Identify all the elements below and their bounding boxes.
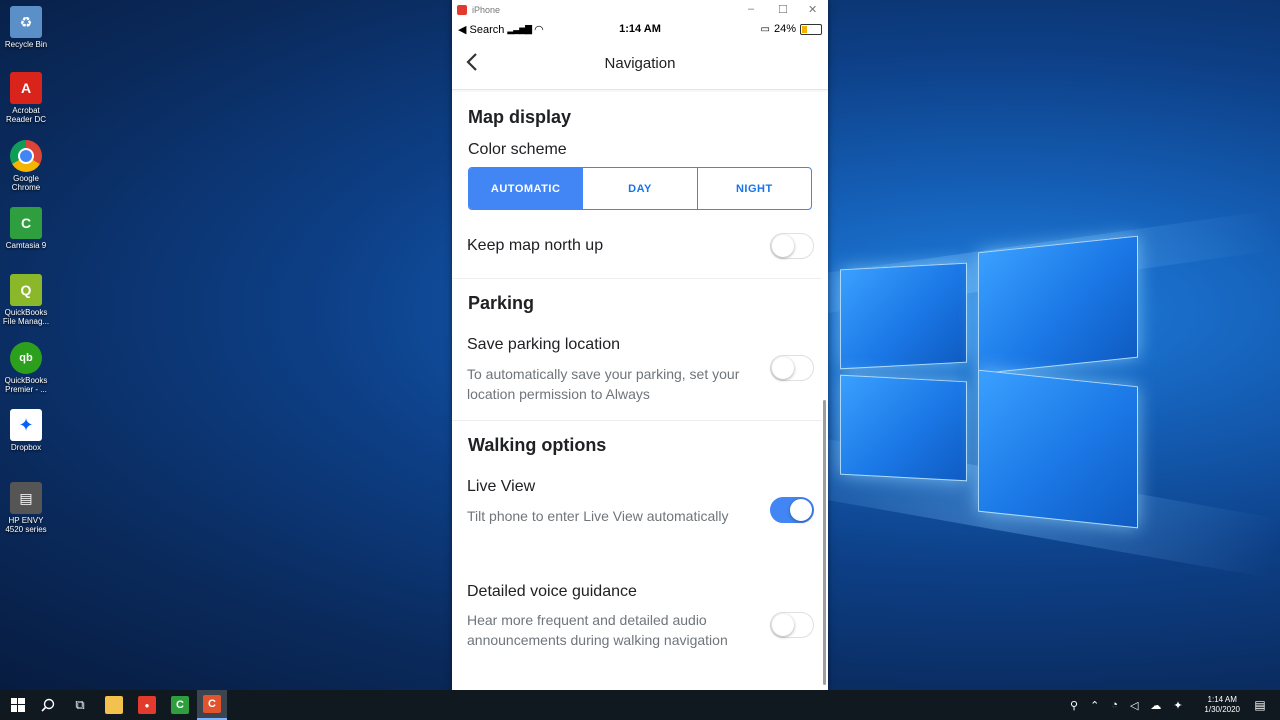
close-icon[interactable]: ✕: [808, 3, 817, 16]
windows-start-icon: [11, 698, 25, 712]
live-view-description: Tilt phone to enter Live View automatica…: [467, 508, 729, 524]
voice-guidance-toggle[interactable]: [770, 612, 814, 638]
section-walking-options: Walking options: [468, 435, 607, 455]
windows-taskbar: ⧉ ● C C ⚲ ⌃ ◔ ◁ ☁ ✦ 1:14 AM 1/30/2020 ▤: [0, 690, 1280, 720]
system-tray: ⚲ ⌃ ◔ ◁ ☁ ✦: [1070, 690, 1183, 720]
window-titlebar[interactable]: iPhone – ☐ ✕: [452, 0, 828, 20]
save-parking-toggle[interactable]: [770, 355, 814, 381]
desktop-icon-dropbox[interactable]: ✦ Dropbox: [2, 409, 50, 452]
battery-percent: 24%: [773, 23, 796, 35]
app-header: Navigation: [452, 40, 828, 90]
settings-list: Map display Color scheme AUTOMATIC DAY N…: [452, 90, 828, 690]
color-scheme-automatic[interactable]: AUTOMATIC: [469, 168, 583, 209]
camtasia-icon: C: [10, 207, 42, 239]
color-scheme-label: Color scheme: [468, 141, 567, 158]
desktop-icon-quickbooks-premier[interactable]: qb QuickBooks Premier - ...: [2, 342, 50, 394]
voice-guidance-description: Hear more frequent and detailed audio an…: [467, 612, 728, 648]
desktop-icon-recycle-bin[interactable]: ♻ Recycle Bin: [2, 6, 50, 49]
ios-status-bar: ◀ Search ▂▃▅▇ ◠ 1:14 AM ▭ 24%: [452, 20, 828, 40]
acrobat-icon: A: [10, 72, 42, 104]
notification-icon[interactable]: ▤: [1248, 690, 1272, 720]
section-map-display: Map display: [468, 107, 572, 127]
search-icon[interactable]: [36, 690, 60, 720]
live-view-toggle[interactable]: [770, 497, 814, 523]
camtasia-recorder-icon: C: [203, 695, 221, 713]
save-parking-description: To automatically save your parking, set …: [467, 366, 740, 402]
app-icon: [457, 5, 467, 15]
recorder-icon: ●: [138, 696, 156, 714]
dropbox-icon: ✦: [10, 409, 42, 441]
taskbar-file-explorer[interactable]: [100, 690, 128, 720]
quickbooks-file-manager-icon: Q: [10, 274, 42, 306]
recycle-bin-icon: ♻: [10, 6, 42, 38]
start-button[interactable]: [0, 690, 36, 720]
network-icon[interactable]: ◔: [1111, 699, 1118, 711]
folder-icon: [105, 696, 123, 714]
volume-icon[interactable]: ◁: [1130, 699, 1138, 712]
minimize-icon[interactable]: –: [748, 3, 754, 15]
taskbar-camtasia-active[interactable]: C: [197, 690, 227, 720]
windows-logo-wallpaper: [840, 230, 1140, 530]
camtasia-icon: C: [171, 696, 189, 714]
task-view-icon[interactable]: ⧉: [66, 690, 94, 720]
maximize-icon[interactable]: ☐: [778, 3, 788, 16]
quickbooks-icon: qb: [10, 342, 42, 374]
live-view-label: Live View: [467, 478, 536, 495]
chevron-up-icon[interactable]: ⌃: [1090, 699, 1099, 712]
onedrive-icon[interactable]: ☁: [1150, 699, 1161, 712]
taskbar-recorder[interactable]: ●: [133, 690, 161, 720]
desktop-icon-hp-printer[interactable]: ▤ HP ENVY 4520 series: [2, 482, 50, 534]
save-parking-label: Save parking location: [467, 336, 620, 353]
desktop-icon-acrobat[interactable]: A Acrobat Reader DC: [2, 72, 50, 124]
voice-guidance-label: Detailed voice guidance: [467, 583, 637, 600]
color-scheme-night[interactable]: NIGHT: [696, 168, 811, 209]
divider: [452, 278, 822, 279]
section-parking: Parking: [468, 293, 535, 313]
iphone-mirror-window: iPhone – ☐ ✕ ◀ Search ▂▃▅▇ ◠ 1:14 AM ▭ 2…: [452, 0, 828, 690]
window-title: iPhone: [472, 5, 501, 15]
desktop-icon-camtasia[interactable]: C Camtasia 9: [2, 207, 50, 250]
divider: [452, 420, 822, 421]
desktop-icon-chrome[interactable]: Google Chrome: [2, 140, 50, 192]
color-scheme-day[interactable]: DAY: [582, 168, 696, 209]
taskbar-clock[interactable]: 1:14 AM 1/30/2020: [1204, 695, 1240, 715]
page-title: Navigation: [604, 55, 676, 72]
dropbox-tray-icon[interactable]: ✦: [1173, 699, 1182, 712]
taskbar-camtasia[interactable]: C: [166, 690, 194, 720]
scrollbar[interactable]: [823, 400, 826, 685]
screen-mirror-icon: ▭: [760, 23, 770, 35]
printer-icon: ▤: [10, 482, 42, 514]
color-scheme-selector: AUTOMATIC DAY NIGHT: [468, 167, 812, 210]
battery-icon: [800, 23, 822, 35]
keep-north-up-label: Keep map north up: [467, 237, 604, 254]
chrome-icon: [10, 140, 42, 172]
people-icon[interactable]: ⚲: [1070, 699, 1078, 712]
keep-north-up-toggle[interactable]: [770, 233, 814, 259]
desktop-icon-quickbooks-file-manager[interactable]: Q QuickBooks File Manag...: [2, 274, 50, 326]
